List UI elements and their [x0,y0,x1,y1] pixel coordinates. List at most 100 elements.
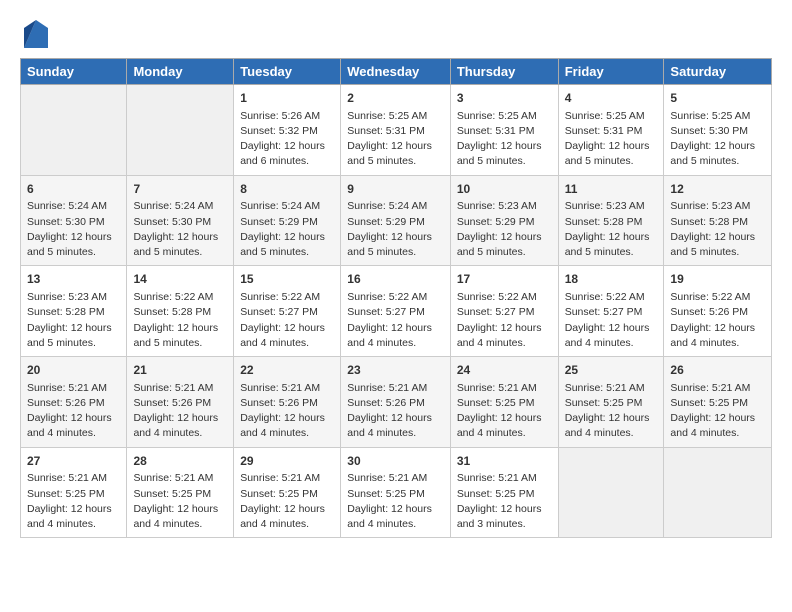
day-number: 20 [27,362,120,379]
col-header-sunday: Sunday [21,59,127,85]
day-info: Sunrise: 5:22 AMSunset: 5:28 PMDaylight:… [133,290,227,351]
day-number: 4 [565,90,658,107]
calendar-cell: 26Sunrise: 5:21 AMSunset: 5:25 PMDayligh… [664,357,772,448]
day-info: Sunrise: 5:21 AMSunset: 5:25 PMDaylight:… [457,471,552,532]
calendar-cell: 25 Sunrise: 5:21 AMSunset: 5:25 PMDayligh… [558,357,664,448]
day-info: Sunrise: 5:25 AMSunset: 5:30 PMDaylight:… [670,109,765,170]
calendar-table: SundayMondayTuesdayWednesdayThursdayFrid… [20,58,772,538]
calendar-cell: 22 Sunrise: 5:21 AMSunset: 5:26 PMDayligh… [234,357,341,448]
day-number: 30 [347,453,444,470]
calendar-cell: 13 Sunrise: 5:23 AMSunset: 5:28 PMDayligh… [21,266,127,357]
calendar-cell: 10Sunrise: 5:23 AMSunset: 5:29 PMDayligh… [450,175,558,266]
calendar-header-row: SundayMondayTuesdayWednesdayThursdayFrid… [21,59,772,85]
col-header-wednesday: Wednesday [341,59,451,85]
calendar-cell: 3 Sunrise: 5:25 AMSunset: 5:31 PMDaylight… [450,85,558,176]
day-number: 14 [133,271,227,288]
day-info: Sunrise: 5:23 AMSunset: 5:28 PMDaylight:… [27,290,120,351]
day-info: Sunrise: 5:22 AMSunset: 5:26 PMDaylight:… [670,290,765,351]
col-header-monday: Monday [127,59,234,85]
day-number: 15 [240,271,334,288]
day-info: Sunrise: 5:23 AMSunset: 5:29 PMDaylight:… [457,199,552,260]
day-info: Sunrise: 5:21 AMSunset: 5:26 PMDaylight:… [133,381,227,442]
calendar-cell: 21 Sunrise: 5:21 AMSunset: 5:26 PMDayligh… [127,357,234,448]
day-number: 13 [27,271,120,288]
col-header-friday: Friday [558,59,664,85]
calendar-cell: 12Sunrise: 5:23 AMSunset: 5:28 PMDayligh… [664,175,772,266]
day-info: Sunrise: 5:25 AMSunset: 5:31 PMDaylight:… [457,109,552,170]
day-info: Sunrise: 5:23 AMSunset: 5:28 PMDaylight:… [670,199,765,260]
day-info: Sunrise: 5:21 AMSunset: 5:26 PMDaylight:… [240,381,334,442]
day-number: 12 [670,181,765,198]
day-info: Sunrise: 5:26 AMSunset: 5:32 PMDaylight:… [240,109,334,170]
day-info: Sunrise: 5:24 AMSunset: 5:29 PMDaylight:… [240,199,334,260]
day-number: 5 [670,90,765,107]
calendar-cell: 6Sunrise: 5:24 AMSunset: 5:30 PMDaylight… [21,175,127,266]
day-number: 22 [240,362,334,379]
day-number: 11 [565,181,658,198]
day-info: Sunrise: 5:21 AMSunset: 5:25 PMDaylight:… [670,381,765,442]
calendar-cell: 31Sunrise: 5:21 AMSunset: 5:25 PMDayligh… [450,447,558,538]
day-number: 8 [240,181,334,198]
day-info: Sunrise: 5:21 AMSunset: 5:25 PMDaylight:… [565,381,658,442]
calendar-week-row: 6Sunrise: 5:24 AMSunset: 5:30 PMDaylight… [21,175,772,266]
day-number: 3 [457,90,552,107]
calendar-cell: 5 Sunrise: 5:25 AMSunset: 5:30 PMDaylight… [664,85,772,176]
calendar-cell: 15 Sunrise: 5:22 AMSunset: 5:27 PMDayligh… [234,266,341,357]
calendar-week-row: 13 Sunrise: 5:23 AMSunset: 5:28 PMDayligh… [21,266,772,357]
col-header-tuesday: Tuesday [234,59,341,85]
calendar-cell: 24Sunrise: 5:21 AMSunset: 5:25 PMDayligh… [450,357,558,448]
day-number: 23 [347,362,444,379]
logo-icon [24,20,48,48]
calendar-cell: 7Sunrise: 5:24 AMSunset: 5:30 PMDaylight… [127,175,234,266]
day-info: Sunrise: 5:24 AMSunset: 5:29 PMDaylight:… [347,199,444,260]
calendar-cell [21,85,127,176]
col-header-thursday: Thursday [450,59,558,85]
calendar-cell: 19Sunrise: 5:22 AMSunset: 5:26 PMDayligh… [664,266,772,357]
day-info: Sunrise: 5:21 AMSunset: 5:25 PMDaylight:… [133,471,227,532]
day-info: Sunrise: 5:21 AMSunset: 5:26 PMDaylight:… [347,381,444,442]
calendar-cell: 28Sunrise: 5:21 AMSunset: 5:25 PMDayligh… [127,447,234,538]
calendar-cell: 4Sunrise: 5:25 AMSunset: 5:31 PMDaylight… [558,85,664,176]
day-info: Sunrise: 5:21 AMSunset: 5:26 PMDaylight:… [27,381,120,442]
calendar-cell: 11Sunrise: 5:23 AMSunset: 5:28 PMDayligh… [558,175,664,266]
calendar-cell [664,447,772,538]
logo [20,20,48,48]
day-number: 10 [457,181,552,198]
day-info: Sunrise: 5:22 AMSunset: 5:27 PMDaylight:… [457,290,552,351]
calendar-cell: 2 Sunrise: 5:25 AMSunset: 5:31 PMDaylight… [341,85,451,176]
day-number: 29 [240,453,334,470]
calendar-cell: 9Sunrise: 5:24 AMSunset: 5:29 PMDaylight… [341,175,451,266]
day-info: Sunrise: 5:25 AMSunset: 5:31 PMDaylight:… [347,109,444,170]
day-info: Sunrise: 5:21 AMSunset: 5:25 PMDaylight:… [27,471,120,532]
day-number: 2 [347,90,444,107]
calendar-cell [127,85,234,176]
day-number: 24 [457,362,552,379]
day-number: 6 [27,181,120,198]
calendar-cell: 20 Sunrise: 5:21 AMSunset: 5:26 PMDayligh… [21,357,127,448]
day-number: 21 [133,362,227,379]
calendar-cell: 1 Sunrise: 5:26 AMSunset: 5:32 PMDaylight… [234,85,341,176]
calendar-cell: 8Sunrise: 5:24 AMSunset: 5:29 PMDaylight… [234,175,341,266]
calendar-cell: 17 Sunrise: 5:22 AMSunset: 5:27 PMDayligh… [450,266,558,357]
day-number: 1 [240,90,334,107]
calendar-week-row: 1 Sunrise: 5:26 AMSunset: 5:32 PMDaylight… [21,85,772,176]
day-info: Sunrise: 5:24 AMSunset: 5:30 PMDaylight:… [27,199,120,260]
page-header [20,20,772,48]
day-number: 25 [565,362,658,379]
calendar-cell: 29Sunrise: 5:21 AMSunset: 5:25 PMDayligh… [234,447,341,538]
day-number: 18 [565,271,658,288]
day-number: 27 [27,453,120,470]
day-info: Sunrise: 5:22 AMSunset: 5:27 PMDaylight:… [240,290,334,351]
calendar-cell [558,447,664,538]
day-info: Sunrise: 5:23 AMSunset: 5:28 PMDaylight:… [565,199,658,260]
calendar-cell: 27Sunrise: 5:21 AMSunset: 5:25 PMDayligh… [21,447,127,538]
calendar-week-row: 20 Sunrise: 5:21 AMSunset: 5:26 PMDayligh… [21,357,772,448]
day-number: 17 [457,271,552,288]
calendar-cell: 30Sunrise: 5:21 AMSunset: 5:25 PMDayligh… [341,447,451,538]
day-number: 9 [347,181,444,198]
day-number: 7 [133,181,227,198]
day-info: Sunrise: 5:21 AMSunset: 5:25 PMDaylight:… [240,471,334,532]
calendar-cell: 18Sunrise: 5:22 AMSunset: 5:27 PMDayligh… [558,266,664,357]
calendar-cell: 23 Sunrise: 5:21 AMSunset: 5:26 PMDayligh… [341,357,451,448]
calendar-week-row: 27Sunrise: 5:21 AMSunset: 5:25 PMDayligh… [21,447,772,538]
